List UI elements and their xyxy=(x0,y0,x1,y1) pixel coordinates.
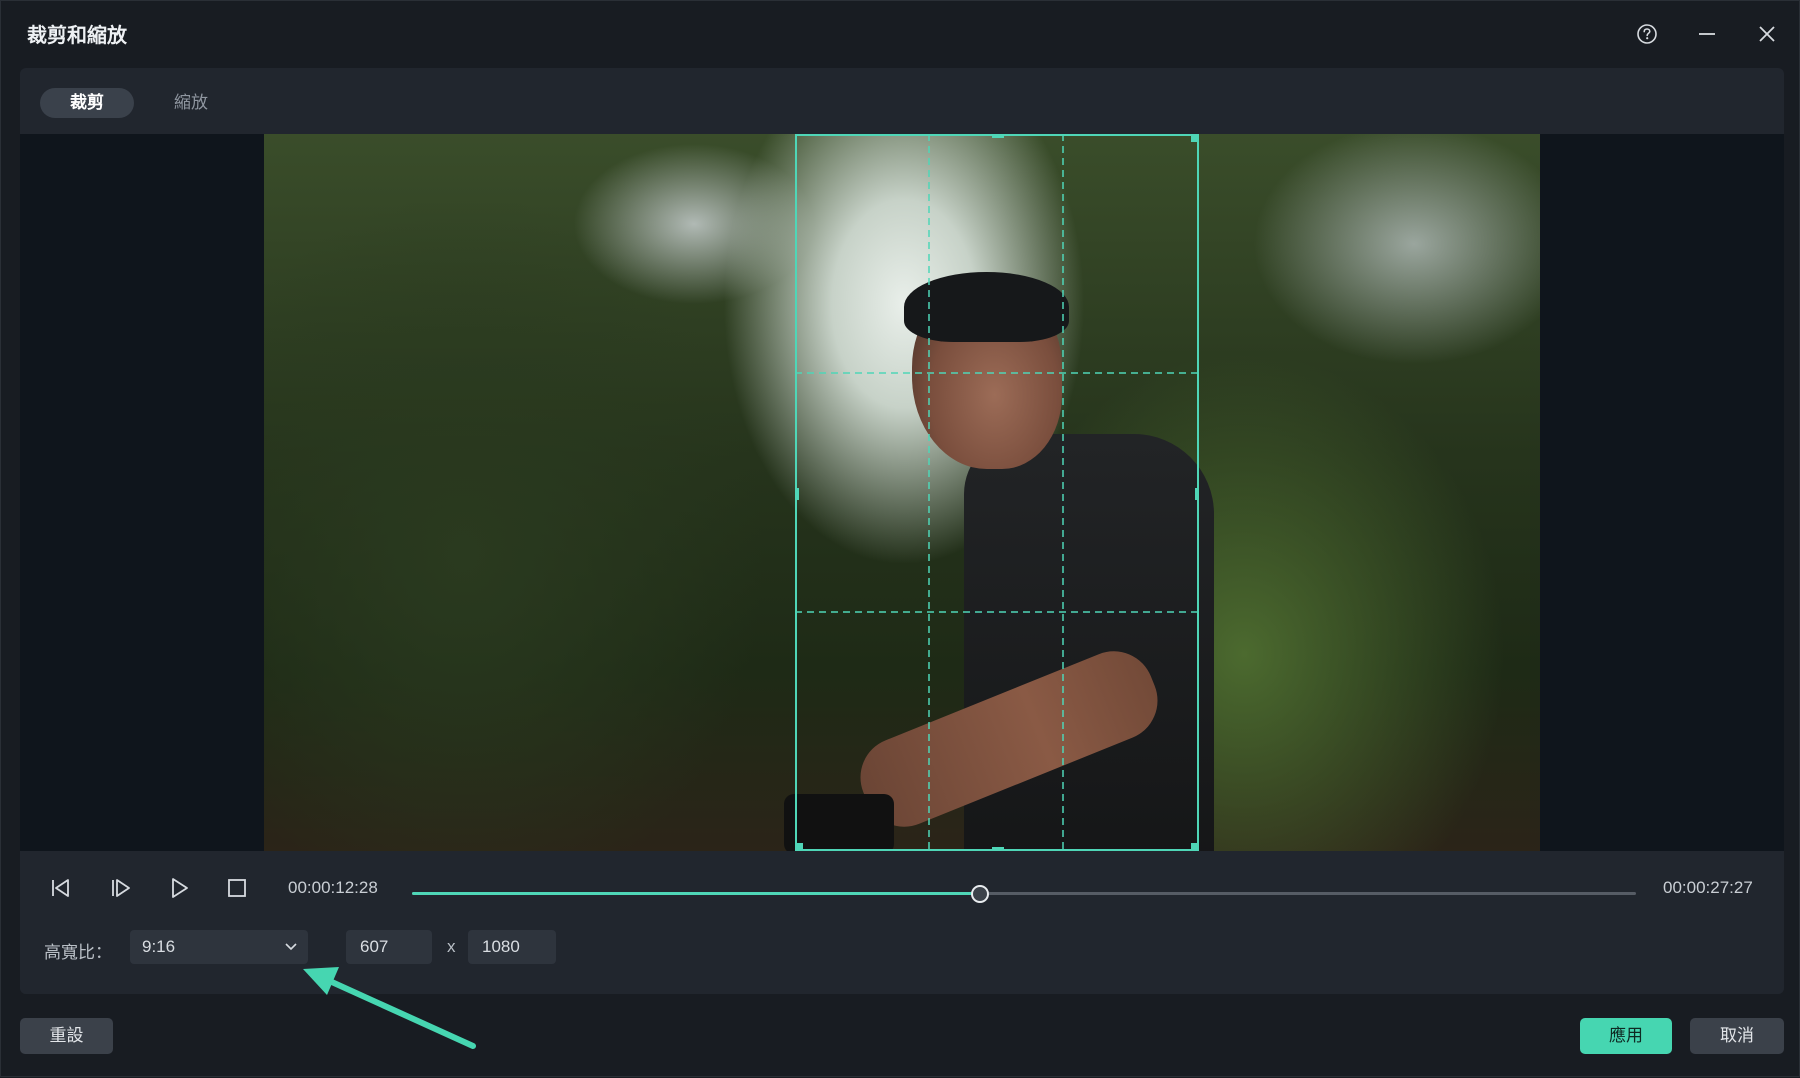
minimize-button[interactable] xyxy=(1692,19,1722,49)
crop-width-input[interactable] xyxy=(346,930,432,964)
crop-handle-top-right[interactable] xyxy=(1191,134,1199,142)
reset-button[interactable]: 重設 xyxy=(20,1018,113,1054)
prev-frame-icon xyxy=(52,879,69,897)
crop-handle-bottom-right[interactable] xyxy=(1191,843,1199,851)
apply-button[interactable]: 應用 xyxy=(1580,1018,1672,1054)
timeline-slider[interactable] xyxy=(412,885,1636,903)
dimension-separator: x xyxy=(447,937,456,956)
aspect-ratio-select[interactable]: 9:16 xyxy=(130,930,308,964)
controls-area: 00:00:12:28 00:00:27:27 高寬比： 9:16 x xyxy=(20,851,1784,994)
play-icon xyxy=(172,878,188,898)
mode-tabs: 裁剪 縮放 xyxy=(40,88,238,118)
help-icon xyxy=(1637,24,1657,44)
play-button[interactable] xyxy=(162,871,196,905)
stop-button[interactable] xyxy=(220,871,254,905)
aspect-ratio-value: 9:16 xyxy=(142,937,176,956)
main-panel: 裁剪 縮放 00:00:12:28 00:00:27:27 高寬比： 9:16 … xyxy=(20,68,1784,994)
crop-handle-left[interactable] xyxy=(795,488,799,500)
tab-zoom[interactable]: 縮放 xyxy=(144,88,238,118)
current-time: 00:00:12:28 xyxy=(288,878,378,897)
help-button[interactable] xyxy=(1632,19,1662,49)
crop-handle-top[interactable] xyxy=(992,134,1004,138)
chevron-down-icon xyxy=(284,930,298,976)
aspect-ratio-label: 高寬比： xyxy=(44,943,112,963)
stop-icon xyxy=(228,879,246,897)
timeline-playhead[interactable] xyxy=(970,885,989,903)
tab-crop[interactable]: 裁剪 xyxy=(40,88,134,118)
crop-handle-right[interactable] xyxy=(1195,488,1199,500)
cancel-button[interactable]: 取消 xyxy=(1690,1018,1784,1054)
crop-grid-lines xyxy=(795,134,1199,851)
close-button[interactable] xyxy=(1752,19,1782,49)
video-frame xyxy=(264,134,1540,851)
title-bar: 裁剪和縮放 xyxy=(1,1,1800,67)
minimize-icon xyxy=(1699,33,1715,35)
close-icon xyxy=(1759,26,1775,42)
crop-zoom-dialog: 裁剪和縮放 裁剪 縮放 00:00:12:28 00:00:27:27 高寬比：… xyxy=(0,0,1800,1077)
total-time: 00:00:27:27 xyxy=(1663,878,1753,897)
prev-frame-button[interactable] xyxy=(44,871,78,905)
next-frame-button[interactable] xyxy=(103,871,137,905)
crop-frame[interactable] xyxy=(795,134,1199,851)
dialog-title: 裁剪和縮放 xyxy=(27,23,127,47)
timeline-progress xyxy=(412,892,979,895)
crop-handle-bottom-left[interactable] xyxy=(795,843,803,851)
next-frame-icon xyxy=(112,879,130,897)
crop-height-input[interactable] xyxy=(468,930,556,964)
video-preview xyxy=(20,134,1784,851)
